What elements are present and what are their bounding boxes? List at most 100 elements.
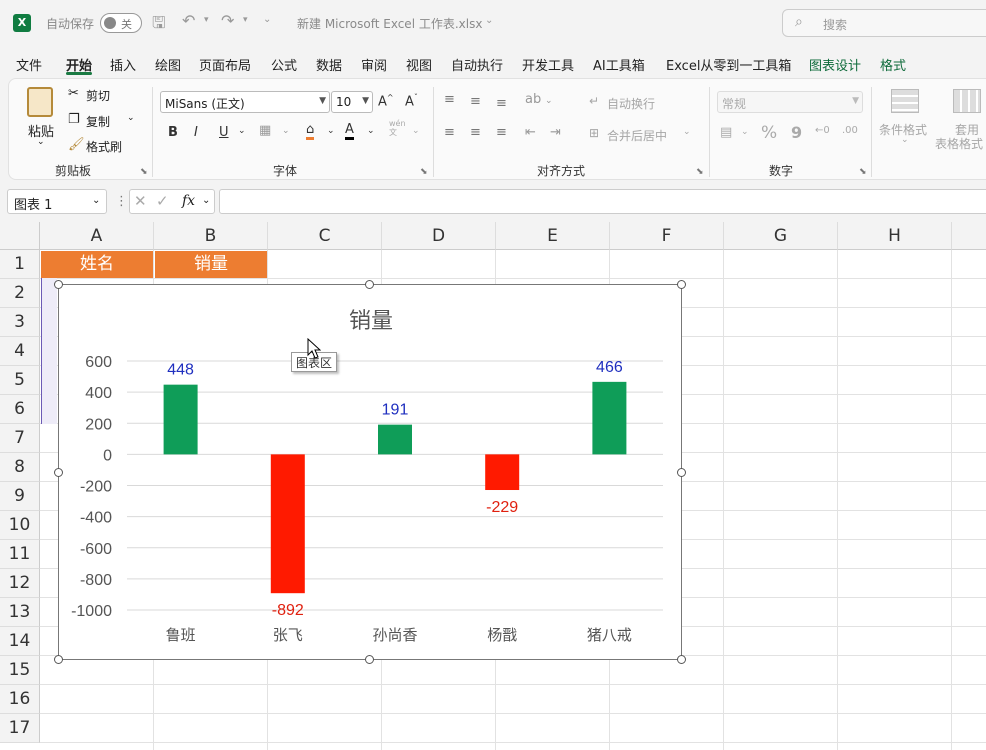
- redo-icon[interactable]: ↷: [221, 11, 234, 30]
- resize-handle[interactable]: [365, 655, 374, 664]
- column-header[interactable]: C: [268, 222, 382, 250]
- fill-color-icon[interactable]: ⌂: [306, 122, 315, 140]
- italic-button[interactable]: I: [194, 125, 198, 140]
- wrap-text-button[interactable]: 自动换行: [607, 95, 655, 112]
- accounting-dropdown-icon[interactable]: ⌄: [741, 127, 749, 137]
- conditional-format-icon[interactable]: [891, 89, 919, 113]
- tab-file[interactable]: 文件: [16, 55, 42, 74]
- select-all-corner[interactable]: [0, 222, 40, 250]
- paste-icon[interactable]: [27, 87, 53, 117]
- borders-dropdown-icon[interactable]: ⌄: [282, 126, 290, 136]
- font-launcher-icon[interactable]: ⬊: [420, 167, 428, 177]
- align-bottom-icon[interactable]: ≡: [496, 96, 507, 111]
- format-painter-button[interactable]: 格式刷: [86, 138, 122, 155]
- insert-function-button[interactable]: fx: [182, 193, 195, 209]
- row-header[interactable]: 8: [0, 453, 40, 482]
- cancel-icon[interactable]: ✕: [134, 192, 147, 210]
- undo-dropdown-icon[interactable]: ▾: [204, 15, 209, 25]
- resize-handle[interactable]: [54, 280, 63, 289]
- phonetic-icon[interactable]: wén 文: [389, 119, 406, 137]
- merge-dropdown-icon[interactable]: ⌄: [683, 127, 691, 137]
- fill-color-dropdown-icon[interactable]: ⌄: [327, 126, 335, 136]
- row-header[interactable]: 4: [0, 337, 40, 366]
- increase-decimal-icon[interactable]: ←0: [815, 125, 830, 136]
- row-header[interactable]: 2: [0, 279, 40, 308]
- tab-format[interactable]: 格式: [880, 55, 906, 74]
- redo-dropdown-icon[interactable]: ▾: [243, 15, 248, 25]
- tab-chart-design[interactable]: 图表设计: [809, 55, 861, 74]
- borders-icon[interactable]: ▦: [259, 123, 271, 138]
- row-header[interactable]: 6: [0, 395, 40, 424]
- formula-input[interactable]: [219, 189, 986, 214]
- font-name-combo[interactable]: MiSans (正文) ▼: [160, 91, 330, 113]
- row-header[interactable]: 9: [0, 482, 40, 511]
- column-header[interactable]: B: [154, 222, 268, 250]
- column-header[interactable]: G: [724, 222, 838, 250]
- tab-review[interactable]: 审阅: [361, 55, 387, 74]
- format-painter-icon[interactable]: 🖌: [68, 137, 85, 152]
- row-header[interactable]: 1: [0, 250, 40, 279]
- decrease-font-icon[interactable]: Aˇ: [405, 93, 418, 109]
- bold-button[interactable]: B: [168, 125, 178, 140]
- number-launcher-icon[interactable]: ⬊: [859, 167, 867, 177]
- document-title[interactable]: 新建 Microsoft Excel 工作表.xlsx: [297, 15, 482, 32]
- more-options-icon[interactable]: ⋮: [115, 194, 128, 209]
- number-format-combo[interactable]: 常规 ▼: [717, 91, 863, 113]
- row-header[interactable]: 16: [0, 685, 40, 714]
- row-header[interactable]: 5: [0, 366, 40, 395]
- resize-handle[interactable]: [677, 655, 686, 664]
- chevron-down-icon[interactable]: ⌄: [202, 195, 210, 206]
- resize-handle[interactable]: [365, 280, 374, 289]
- copy-button[interactable]: 复制: [86, 113, 110, 130]
- copy-icon[interactable]: ❐: [68, 112, 80, 127]
- tab-data[interactable]: 数据: [316, 55, 342, 74]
- cut-button[interactable]: 剪切: [86, 87, 110, 104]
- row-header[interactable]: 11: [0, 540, 40, 569]
- orientation-dropdown-icon[interactable]: ⌄: [545, 96, 553, 106]
- percent-button[interactable]: %: [761, 123, 777, 143]
- tab-ai-toolbox[interactable]: AI工具箱: [593, 55, 645, 74]
- underline-button[interactable]: U: [219, 125, 229, 140]
- wrap-text-icon[interactable]: ↵: [589, 94, 599, 108]
- name-box[interactable]: 图表 1 ⌄: [7, 189, 107, 214]
- table-format-button-line2[interactable]: 表格格式: [935, 135, 983, 152]
- tab-excel-toolbox[interactable]: Excel从零到一工具箱: [666, 55, 791, 74]
- row-header[interactable]: 13: [0, 598, 40, 627]
- resize-handle[interactable]: [54, 468, 63, 477]
- align-right-icon[interactable]: ≡: [496, 125, 507, 140]
- tab-automate[interactable]: 自动执行: [451, 55, 503, 74]
- font-color-dropdown-icon[interactable]: ⌄: [367, 126, 375, 136]
- table-format-icon[interactable]: [953, 89, 981, 113]
- align-top-icon[interactable]: ≡: [444, 92, 455, 107]
- tab-draw[interactable]: 绘图: [155, 55, 181, 74]
- row-header[interactable]: 12: [0, 569, 40, 598]
- align-middle-icon[interactable]: ≡: [470, 94, 481, 109]
- column-header[interactable]: F: [610, 222, 724, 250]
- font-color-icon[interactable]: A: [345, 122, 354, 140]
- column-header[interactable]: H: [838, 222, 952, 250]
- resize-handle[interactable]: [677, 280, 686, 289]
- font-size-combo[interactable]: 10 ▼: [331, 91, 373, 113]
- column-header[interactable]: E: [496, 222, 610, 250]
- cell-a1[interactable]: 姓名: [41, 251, 153, 278]
- row-header[interactable]: 10: [0, 511, 40, 540]
- search-box[interactable]: ⌕ 搜索: [782, 9, 986, 37]
- cell-b1[interactable]: 销量: [155, 251, 267, 278]
- phonetic-dropdown-icon[interactable]: ⌄: [412, 126, 420, 136]
- row-header[interactable]: 15: [0, 656, 40, 685]
- row-header[interactable]: 14: [0, 627, 40, 656]
- row-header[interactable]: 17: [0, 714, 40, 743]
- underline-dropdown-icon[interactable]: ⌄: [238, 126, 246, 136]
- decrease-indent-icon[interactable]: ⇤: [525, 125, 536, 140]
- increase-font-icon[interactable]: A^: [378, 93, 394, 109]
- enter-icon[interactable]: ✓: [156, 192, 169, 210]
- autosave-toggle[interactable]: 关: [100, 13, 142, 33]
- alignment-launcher-icon[interactable]: ⬊: [696, 167, 704, 177]
- paste-dropdown-icon[interactable]: ⌄: [37, 137, 45, 147]
- increase-indent-icon[interactable]: ⇥: [550, 125, 561, 140]
- column-header[interactable]: A: [40, 222, 154, 250]
- resize-handle[interactable]: [677, 468, 686, 477]
- align-left-icon[interactable]: ≡: [444, 125, 455, 140]
- decrease-decimal-icon[interactable]: .00: [842, 125, 858, 136]
- tab-insert[interactable]: 插入: [110, 55, 136, 74]
